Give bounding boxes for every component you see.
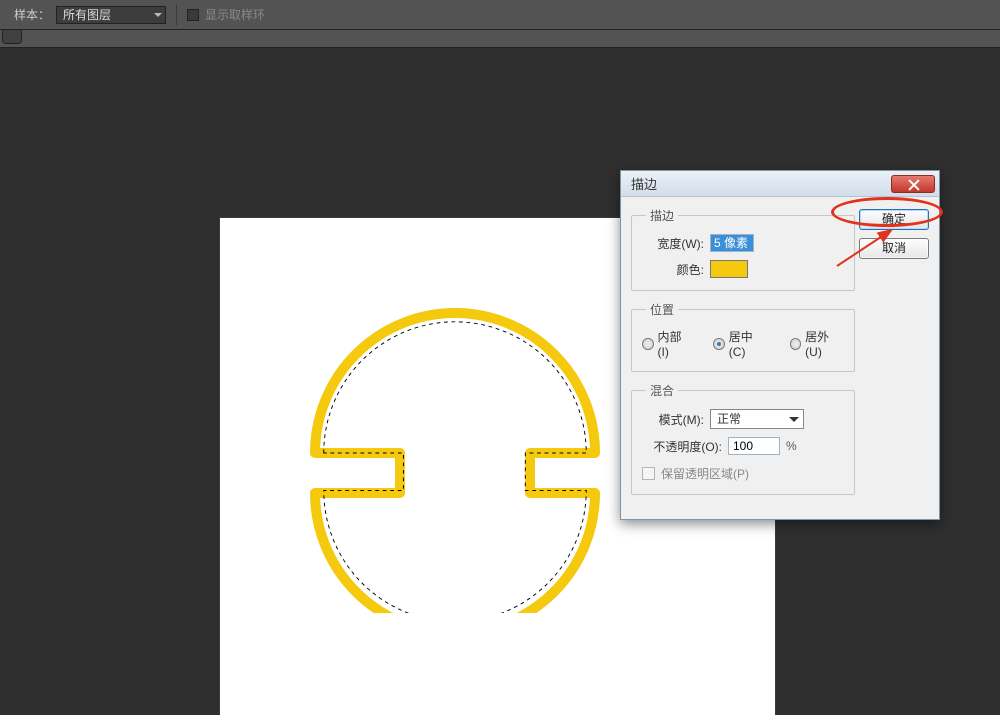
radio-outside-label: 居外(U): [805, 328, 844, 359]
radio-center[interactable]: 居中(C): [713, 328, 767, 359]
stroke-width-input[interactable]: 5 像素: [710, 234, 754, 252]
opacity-label: 不透明度(O):: [642, 438, 722, 455]
show-sample-ring-label: 显示取样环: [205, 6, 265, 23]
blend-mode-label: 模式(M):: [642, 411, 704, 428]
blend-mode-value: 正常: [717, 412, 741, 426]
position-group-legend: 位置: [646, 301, 678, 318]
cancel-button[interactable]: 取消: [859, 238, 929, 259]
annotation-ellipse: [831, 197, 943, 227]
options-bar: 样本： 所有图层 显示取样环: [0, 0, 1000, 30]
sample-dropdown-value: 所有图层: [63, 8, 111, 22]
stroke-color-swatch[interactable]: [710, 260, 748, 278]
secondary-strip: [0, 30, 1000, 48]
opacity-input[interactable]: [728, 437, 780, 455]
radio-dot-icon: [713, 338, 725, 350]
blend-group-legend: 混合: [646, 382, 678, 399]
position-group: 位置 内部(I) 居中(C) 居外(U): [631, 301, 855, 372]
blend-mode-select[interactable]: 正常: [710, 409, 804, 429]
collapsed-tab[interactable]: [2, 30, 22, 44]
stroke-group-legend: 描边: [646, 207, 678, 224]
radio-outside[interactable]: 居外(U): [790, 328, 844, 359]
preserve-transparency-label: 保留透明区域(P): [661, 465, 749, 482]
radio-inside-label: 内部(I): [658, 328, 692, 359]
show-sample-ring-checkbox[interactable]: [187, 9, 199, 21]
dialog-titlebar[interactable]: 描边: [621, 171, 939, 197]
radio-dot-icon: [642, 338, 654, 350]
radio-center-label: 居中(C): [729, 328, 768, 359]
stroke-width-label: 宽度(W):: [642, 235, 704, 252]
preserve-transparency-checkbox[interactable]: [642, 467, 655, 480]
opacity-unit: %: [786, 439, 797, 453]
stroke-color-label: 颜色:: [642, 261, 704, 278]
blend-group: 混合 模式(M): 正常 不透明度(O): % 保留透明区域(P): [631, 382, 855, 495]
radio-dot-icon: [790, 338, 802, 350]
radio-inside[interactable]: 内部(I): [642, 328, 691, 359]
dialog-title: 描边: [631, 174, 891, 193]
sample-label: 样本：: [14, 6, 50, 23]
sample-dropdown[interactable]: 所有图层: [56, 6, 166, 24]
toolbar-divider: [176, 5, 177, 25]
stroke-group: 描边 宽度(W): 5 像素 颜色:: [631, 207, 855, 291]
close-icon[interactable]: [891, 175, 935, 193]
